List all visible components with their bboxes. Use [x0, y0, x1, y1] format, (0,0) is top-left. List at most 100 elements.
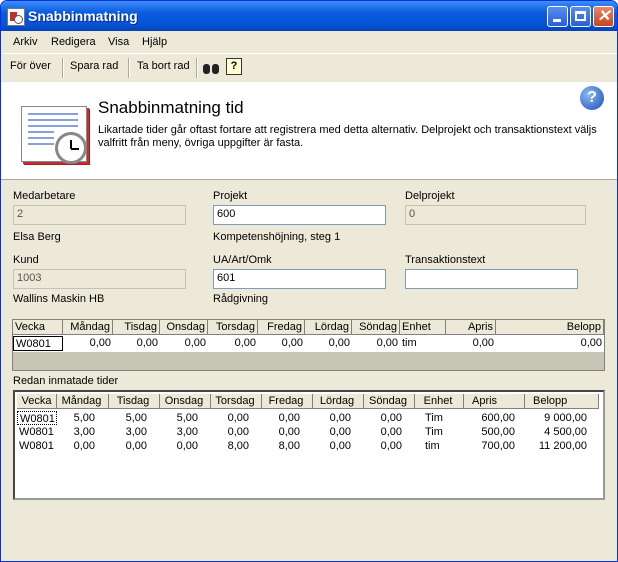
- customer-field[interactable]: 1003: [13, 269, 186, 289]
- history-cell[interactable]: 700,00: [465, 439, 517, 453]
- entry-cell[interactable]: 0,00: [113, 336, 160, 350]
- history-cell[interactable]: W0801: [17, 411, 57, 425]
- history-cell[interactable]: 500,00: [465, 425, 517, 439]
- history-cell[interactable]: 0,00: [109, 439, 149, 453]
- history-cell[interactable]: 4 500,00: [527, 425, 589, 439]
- entry-cell[interactable]: W0801: [13, 336, 63, 351]
- binoculars-icon[interactable]: [202, 58, 220, 76]
- history-cell[interactable]: 0,00: [364, 425, 404, 439]
- history-cell[interactable]: 5,00: [57, 411, 97, 425]
- col-header[interactable]: Tisdag: [113, 320, 160, 335]
- maximize-button[interactable]: [570, 6, 591, 27]
- menu-hjalp[interactable]: Hjälp: [142, 36, 167, 48]
- history-cell[interactable]: 8,00: [211, 439, 251, 453]
- col-header[interactable]: Torsdag: [211, 394, 262, 409]
- customer-name: Wallins Maskin HB: [13, 293, 105, 305]
- entry-cell[interactable]: 0,00: [496, 336, 604, 350]
- entry-cell[interactable]: 0,00: [160, 336, 208, 350]
- history-cell[interactable]: 0,00: [262, 411, 302, 425]
- history-cell[interactable]: 0,00: [313, 439, 353, 453]
- entry-cell[interactable]: 0,00: [446, 336, 496, 350]
- history-cell[interactable]: 3,00: [57, 425, 97, 439]
- history-cell[interactable]: tim: [423, 439, 463, 453]
- col-header[interactable]: Apris: [464, 394, 525, 409]
- entry-cell[interactable]: 0,00: [63, 336, 113, 350]
- history-cell[interactable]: 600,00: [465, 411, 517, 425]
- window-title: Snabbinmatning: [28, 8, 138, 24]
- table-row[interactable]: W0801 3,00 3,00 3,00 0,00 0,00 0,00 0,00…: [17, 425, 599, 439]
- history-cell[interactable]: Tim: [423, 411, 463, 425]
- col-header[interactable]: Enhet: [400, 320, 446, 335]
- table-row[interactable]: W0801 0,00 0,00 0,00 8,00 8,00 0,00 0,00…: [17, 439, 599, 453]
- transfer-button[interactable]: För över: [10, 60, 51, 72]
- history-cell[interactable]: 0,00: [57, 439, 97, 453]
- col-header[interactable]: Tisdag: [109, 394, 160, 409]
- col-header[interactable]: Lördag: [313, 394, 364, 409]
- save-row-button[interactable]: Spara rad: [70, 60, 118, 72]
- col-header[interactable]: Belopp: [525, 394, 599, 409]
- col-header[interactable]: Måndag: [63, 320, 113, 335]
- transtext-field[interactable]: [405, 269, 578, 289]
- history-cell[interactable]: 0,00: [364, 439, 404, 453]
- col-header[interactable]: Enhet: [415, 394, 464, 409]
- close-button[interactable]: ✕: [593, 6, 614, 27]
- menu-arkiv[interactable]: Arkiv: [13, 36, 37, 48]
- project-label: Projekt: [213, 190, 248, 202]
- history-cell[interactable]: 9 000,00: [527, 411, 589, 425]
- history-cell[interactable]: 5,00: [109, 411, 149, 425]
- history-cell[interactable]: W0801: [17, 425, 57, 439]
- history-cell[interactable]: W0801: [17, 439, 57, 453]
- title-bar[interactable]: Snabbinmatning ✕: [1, 1, 617, 31]
- history-cell[interactable]: 5,00: [160, 411, 200, 425]
- history-cell[interactable]: 8,00: [262, 439, 302, 453]
- col-header[interactable]: Vecka: [13, 320, 63, 335]
- history-cell[interactable]: Tim: [423, 425, 463, 439]
- col-header[interactable]: Söndag: [364, 394, 415, 409]
- history-cell[interactable]: 0,00: [313, 411, 353, 425]
- help-icon[interactable]: ?: [580, 86, 604, 110]
- entry-cell[interactable]: 0,00: [305, 336, 352, 350]
- project-name: Kompetenshöjning, steg 1: [213, 231, 341, 243]
- grid-empty-area: [13, 352, 604, 370]
- menu-visa[interactable]: Visa: [108, 36, 129, 48]
- subproject-field[interactable]: 0: [405, 205, 586, 225]
- app-icon[interactable]: [7, 8, 25, 26]
- history-cell[interactable]: 3,00: [160, 425, 200, 439]
- col-header[interactable]: Vecka: [17, 394, 57, 409]
- entry-cell[interactable]: tim: [400, 336, 446, 350]
- page-line: [28, 137, 54, 139]
- history-cell[interactable]: 0,00: [364, 411, 404, 425]
- col-header[interactable]: Fredag: [258, 320, 305, 335]
- col-header[interactable]: Måndag: [57, 394, 109, 409]
- history-cell[interactable]: 3,00: [109, 425, 149, 439]
- entry-cell[interactable]: 0,00: [352, 336, 400, 350]
- history-cell[interactable]: 0,00: [313, 425, 353, 439]
- col-header[interactable]: Lördag: [305, 320, 352, 335]
- ua-field[interactable]: 601: [213, 269, 386, 289]
- col-header[interactable]: Onsdag: [160, 394, 211, 409]
- history-cell[interactable]: 11 200,00: [527, 439, 589, 453]
- col-header[interactable]: Söndag: [352, 320, 400, 335]
- employee-label: Medarbetare: [13, 190, 76, 202]
- col-header[interactable]: Fredag: [262, 394, 313, 409]
- col-header[interactable]: Torsdag: [208, 320, 258, 335]
- entry-grid[interactable]: Vecka Måndag Tisdag Onsdag Torsdag Freda…: [12, 319, 605, 371]
- entry-cell[interactable]: 0,00: [208, 336, 258, 350]
- history-grid[interactable]: Vecka Måndag Tisdag Onsdag Torsdag Freda…: [13, 390, 605, 500]
- col-header[interactable]: Onsdag: [160, 320, 208, 335]
- toolbar: För över Spara rad Ta bort rad ?: [1, 53, 617, 83]
- history-cell[interactable]: 0,00: [211, 425, 251, 439]
- history-cell[interactable]: 0,00: [262, 425, 302, 439]
- menu-redigera[interactable]: Redigera: [51, 36, 96, 48]
- delete-row-button[interactable]: Ta bort rad: [137, 60, 190, 72]
- entry-cell[interactable]: 0,00: [258, 336, 305, 350]
- col-header[interactable]: Apris: [446, 320, 496, 335]
- history-cell[interactable]: 0,00: [211, 411, 251, 425]
- project-field[interactable]: 600: [213, 205, 386, 225]
- employee-field[interactable]: 2: [13, 205, 186, 225]
- minimize-button[interactable]: [547, 6, 568, 27]
- table-row[interactable]: W0801 5,00 5,00 5,00 0,00 0,00 0,00 0,00…: [17, 411, 599, 425]
- history-cell[interactable]: 0,00: [160, 439, 200, 453]
- help-icon[interactable]: ?: [226, 58, 242, 75]
- col-header[interactable]: Belopp: [496, 320, 604, 335]
